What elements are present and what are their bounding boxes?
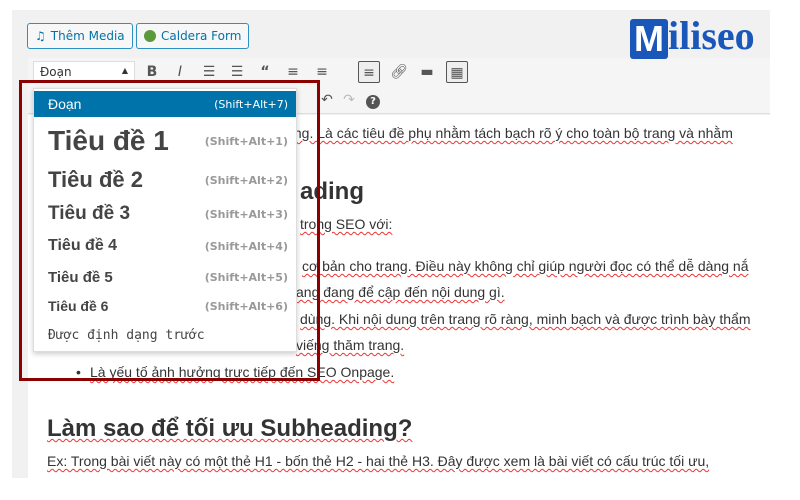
caldera-form-button[interactable]: Caldera Form — [136, 23, 250, 49]
align-right-icon[interactable]: ≡ — [358, 61, 380, 83]
read-more-icon[interactable]: ▬ — [416, 61, 438, 83]
caldera-icon — [144, 30, 156, 42]
list-item-text: dùng. Khi nội dung trên trang rõ ràng, m… — [300, 311, 751, 327]
toolbar-toggle-icon[interactable]: ▦ — [446, 61, 468, 83]
help-icon[interactable]: ? — [362, 89, 384, 111]
caret-up-icon: ▲ — [121, 66, 128, 75]
highlight-box — [19, 80, 320, 381]
heading-text: Làm sao để tối ưu Subheading? — [47, 415, 413, 442]
list-item-text: cơ bản cho trang. Điều này không chỉ giú… — [302, 258, 749, 274]
list-item-text: ang đang để cập đến nội dung gì. — [296, 284, 505, 300]
redo-icon[interactable]: ↷ — [338, 89, 360, 111]
link-icon[interactable]: 🔗︎ — [388, 61, 410, 83]
paragraph-text: Ex: Trong bài viết này có một thẻ H1 - b… — [47, 453, 710, 469]
media-icon: ♫ — [35, 29, 46, 43]
paragraph-text: ding. Là các tiêu đề phụ nhằm tách bạch … — [283, 125, 733, 141]
miliseo-logo: Miliseo — [630, 12, 755, 59]
add-media-button[interactable]: ♫ Thêm Media — [27, 23, 133, 49]
